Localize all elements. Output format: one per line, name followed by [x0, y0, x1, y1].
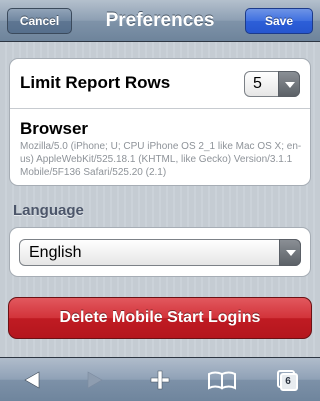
browser-row: Browser Mozilla/5.0 (iPhone; U; CPU iPho…: [10, 109, 310, 185]
limit-rows-value: 5: [253, 75, 262, 92]
chevron-down-icon: [278, 71, 300, 97]
add-button[interactable]: [135, 358, 185, 401]
browser-label: Browser: [20, 119, 89, 138]
pages-button[interactable]: 6: [262, 358, 312, 401]
forward-arrow-icon: [87, 371, 103, 389]
pages-count: 6: [285, 376, 291, 387]
language-select[interactable]: English: [19, 239, 301, 266]
browser-toolbar: 6: [0, 357, 320, 401]
book-icon: [208, 371, 236, 390]
chevron-down-icon: [279, 239, 301, 266]
limit-rows-row: Limit Report Rows 5: [10, 59, 310, 109]
page-title: Preferences: [105, 10, 215, 31]
back-button[interactable]: [7, 358, 57, 401]
limit-rows-select[interactable]: 5: [244, 71, 300, 97]
language-group: English: [9, 227, 311, 277]
language-value: English: [29, 244, 82, 261]
cancel-button[interactable]: Cancel: [7, 8, 72, 34]
navigation-bar: Cancel Preferences Save: [0, 0, 320, 42]
forward-button[interactable]: [70, 358, 120, 401]
language-section-label: Language: [13, 202, 84, 219]
settings-group: Limit Report Rows 5 Browser Mozilla/5.0 …: [9, 58, 311, 186]
delete-logins-button[interactable]: Delete Mobile Start Logins: [8, 297, 312, 339]
limit-rows-label: Limit Report Rows: [20, 73, 171, 92]
bookmarks-button[interactable]: [197, 358, 247, 401]
user-agent-text: Mozilla/5.0 (iPhone; U; CPU iPhone OS 2_…: [20, 141, 302, 178]
back-arrow-icon: [24, 371, 40, 389]
plus-icon: [150, 370, 170, 390]
save-button[interactable]: Save: [245, 8, 313, 34]
